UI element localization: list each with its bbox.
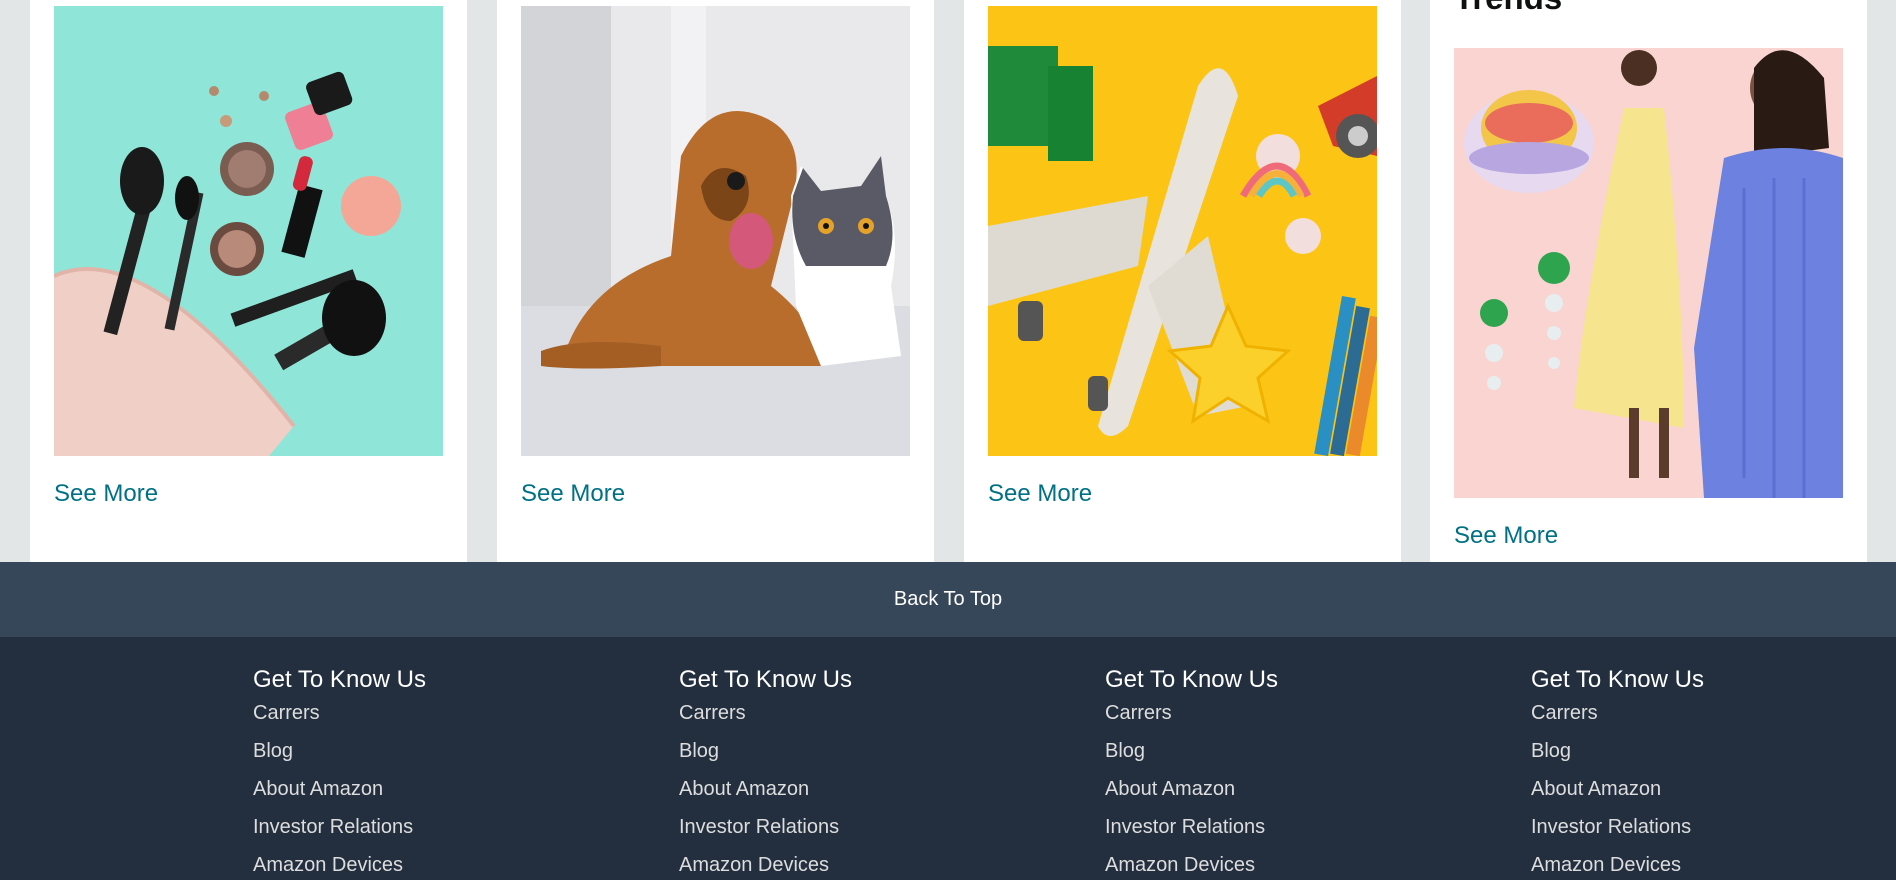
- see-more-link[interactable]: See More: [1454, 522, 1558, 550]
- footer-link-blog[interactable]: Blog: [1105, 740, 1278, 762]
- see-more-link[interactable]: See More: [988, 480, 1092, 508]
- footer-column-heading: Get To Know Us: [679, 666, 852, 693]
- footer-link-investor-relations[interactable]: Investor Relations: [1105, 816, 1278, 838]
- footer-link-careers[interactable]: Carrers: [679, 702, 852, 724]
- footer-column: Get To Know Us Carrers Blog About Amazon…: [253, 666, 426, 880]
- footer-link-careers[interactable]: Carrers: [253, 702, 426, 724]
- beauty-products-image[interactable]: [54, 6, 443, 456]
- category-cards: See More See More See More See More: [0, 0, 1896, 562]
- category-card-pets: See More: [497, 0, 934, 562]
- footer-column-heading: Get To Know Us: [253, 666, 426, 693]
- footer-column-heading: Get To Know Us: [1531, 666, 1704, 693]
- footer-column: Get To Know Us Carrers Blog About Amazon…: [1531, 666, 1704, 880]
- footer-link-blog[interactable]: Blog: [1531, 740, 1704, 762]
- see-more-link[interactable]: See More: [54, 480, 158, 508]
- footer-column: Get To Know Us Carrers Blog About Amazon…: [679, 666, 852, 880]
- footer-link-about-amazon[interactable]: About Amazon: [679, 778, 852, 800]
- category-card-trends: Trends: [1430, 0, 1867, 562]
- card-title: Trends: [1454, 0, 1562, 18]
- toys-image[interactable]: [988, 6, 1377, 456]
- see-more-link[interactable]: See More: [521, 480, 625, 508]
- footer-link-investor-relations[interactable]: Investor Relations: [1531, 816, 1704, 838]
- footer-column: Get To Know Us Carrers Blog About Amazon…: [1105, 666, 1278, 880]
- footer-link-careers[interactable]: Carrers: [1105, 702, 1278, 724]
- footer-link-amazon-devices[interactable]: Amazon Devices: [1531, 854, 1704, 876]
- pets-image[interactable]: [521, 6, 910, 456]
- footer-link-amazon-devices[interactable]: Amazon Devices: [1105, 854, 1278, 876]
- category-card-beauty: See More: [30, 0, 467, 562]
- back-to-top-button[interactable]: Back To Top: [0, 562, 1896, 637]
- footer-link-about-amazon[interactable]: About Amazon: [1531, 778, 1704, 800]
- footer: Get To Know Us Carrers Blog About Amazon…: [0, 637, 1896, 880]
- footer-link-amazon-devices[interactable]: Amazon Devices: [253, 854, 426, 876]
- footer-link-about-amazon[interactable]: About Amazon: [1105, 778, 1278, 800]
- footer-link-amazon-devices[interactable]: Amazon Devices: [679, 854, 852, 876]
- category-card-toys: See More: [964, 0, 1401, 562]
- fashion-trends-image[interactable]: [1454, 48, 1843, 498]
- footer-column-heading: Get To Know Us: [1105, 666, 1278, 693]
- footer-link-blog[interactable]: Blog: [253, 740, 426, 762]
- footer-link-investor-relations[interactable]: Investor Relations: [679, 816, 852, 838]
- footer-link-investor-relations[interactable]: Investor Relations: [253, 816, 426, 838]
- footer-link-about-amazon[interactable]: About Amazon: [253, 778, 426, 800]
- footer-link-blog[interactable]: Blog: [679, 740, 852, 762]
- footer-link-careers[interactable]: Carrers: [1531, 702, 1704, 724]
